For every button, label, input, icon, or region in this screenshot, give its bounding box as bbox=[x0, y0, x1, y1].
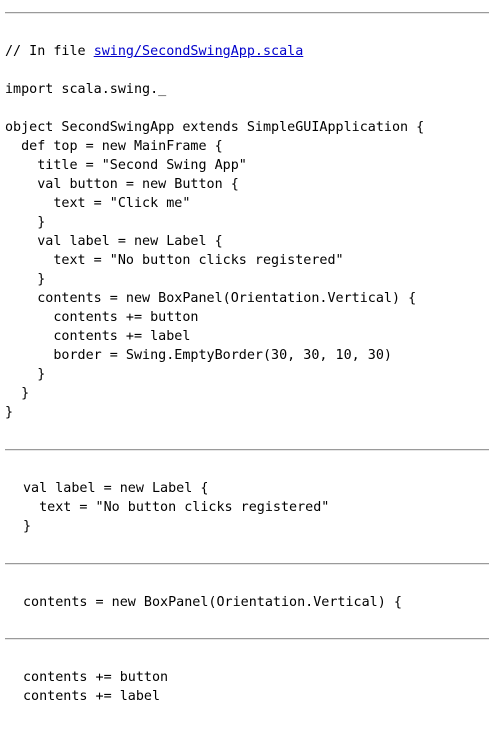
code-line: text = "No button clicks registered" bbox=[23, 500, 330, 515]
code-snippet-label: val label = new Label { text = "No butto… bbox=[5, 479, 329, 536]
code-line: contents += label bbox=[5, 329, 191, 344]
code-line: } bbox=[5, 215, 46, 230]
code-line: text = "Click me" bbox=[5, 196, 191, 211]
code-line: val label = new Label { bbox=[5, 234, 223, 249]
divider bbox=[5, 638, 489, 640]
code-line: val button = new Button { bbox=[5, 177, 239, 192]
code-line: contents = new BoxPanel(Orientation.Vert… bbox=[5, 291, 417, 306]
code-line: } bbox=[5, 367, 46, 382]
code-line: val label = new Label { bbox=[23, 481, 209, 496]
divider-top bbox=[5, 12, 489, 14]
code-line: import scala.swing._ bbox=[5, 82, 167, 97]
code-line: } bbox=[5, 405, 14, 420]
divider bbox=[5, 563, 489, 565]
code-line: contents += label bbox=[23, 689, 161, 704]
comment-prefix: // In file bbox=[5, 44, 94, 59]
code-line: object SecondSwingApp extends SimpleGUIA… bbox=[5, 120, 425, 135]
code-snippet-boxpanel: contents = new BoxPanel(Orientation.Vert… bbox=[5, 593, 402, 612]
code-snippet-contents: contents += button contents += label bbox=[5, 668, 168, 706]
code-line: } bbox=[5, 386, 30, 401]
code-line: } bbox=[23, 519, 32, 534]
code-line: } bbox=[5, 272, 46, 287]
code-listing-second-swing-app: // In file swing/SecondSwingApp.scala imp… bbox=[5, 42, 424, 422]
code-line: title = "Second Swing App" bbox=[5, 158, 247, 173]
code-line: contents += button bbox=[5, 310, 199, 325]
source-file-link[interactable]: swing/SecondSwingApp.scala bbox=[94, 44, 304, 59]
code-line: contents = new BoxPanel(Orientation.Vert… bbox=[23, 595, 402, 610]
file-comment: // In file swing/SecondSwingApp.scala bbox=[5, 42, 424, 61]
divider bbox=[5, 449, 489, 451]
code-line: text = "No button clicks registered" bbox=[5, 253, 344, 268]
code-line: def top = new MainFrame { bbox=[5, 139, 223, 154]
code-line: border = Swing.EmptyBorder(30, 30, 10, 3… bbox=[5, 348, 392, 363]
code-line: contents += button bbox=[23, 670, 169, 685]
